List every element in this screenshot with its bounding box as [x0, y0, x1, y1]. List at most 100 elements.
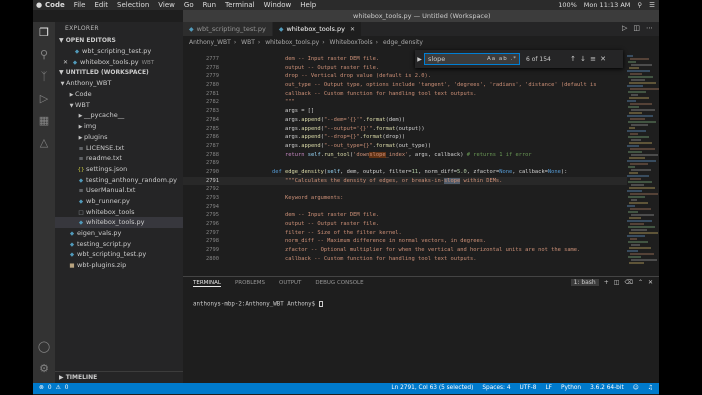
terminal-select[interactable]: 1: bash: [570, 279, 599, 286]
menu-go[interactable]: Go: [184, 0, 194, 10]
code-line[interactable]: 2791 """Calculates the density of edges,…: [183, 176, 627, 186]
code-line[interactable]: 2780 out_type -- Output type, options in…: [183, 81, 627, 90]
indentation[interactable]: Spaces: 4: [482, 383, 510, 394]
search-icon[interactable]: ⚲: [637, 0, 642, 10]
explorer-icon[interactable]: ❐: [37, 26, 51, 40]
tree-item[interactable]: ≡ readme.txt: [55, 153, 183, 164]
run-icon[interactable]: ▷: [622, 24, 627, 32]
tree-item[interactable]: ◆ testing_script.py: [55, 239, 183, 250]
menu-window[interactable]: Window: [264, 0, 292, 10]
close-icon[interactable]: ✕: [648, 279, 653, 286]
open-editor-item[interactable]: ✕ ◆ whitebox_tools.py WBT: [55, 57, 183, 68]
cursor-position[interactable]: Ln 2791, Col 63 (5 selected): [391, 383, 473, 394]
code-line[interactable]: 2790 def edge_density(self, dem, output,…: [183, 168, 627, 177]
bell-icon[interactable]: ♫: [648, 383, 653, 394]
tree-item[interactable]: ▶ plugins: [55, 132, 183, 143]
chevron-up-icon[interactable]: ⌃: [638, 279, 643, 286]
tab-whitebox-tools[interactable]: ◆ whitebox_tools.py ✕: [272, 22, 362, 36]
source-control-icon[interactable]: ᛉ: [37, 70, 51, 84]
breadcrumb-item[interactable]: Anthony_WBT: [189, 39, 231, 46]
tab-output[interactable]: OUTPUT: [279, 280, 301, 286]
tab-wbt-scripting-test[interactable]: ◆ wbt_scripting_test.py: [183, 22, 273, 36]
trash-icon[interactable]: ⌫: [624, 279, 632, 286]
code-line[interactable]: 2799 zfactor -- Optional multiplier for …: [183, 246, 627, 255]
menu-selection[interactable]: Selection: [117, 0, 149, 10]
menu-terminal[interactable]: Terminal: [225, 0, 255, 10]
tree-item[interactable]: ◆ wb_runner.py: [55, 196, 183, 207]
code-line[interactable]: 2783 args = []: [183, 107, 627, 116]
menu-list-icon[interactable]: ☰: [649, 0, 655, 10]
account-icon[interactable]: ◯: [37, 340, 51, 354]
tree-item[interactable]: ◆ eigen_vals.py: [55, 228, 183, 239]
menu-app-name[interactable]: Code: [45, 0, 65, 10]
tab-terminal[interactable]: TERMINAL: [193, 280, 221, 287]
clock[interactable]: Mon 11:13 AM: [584, 0, 631, 10]
tree-item[interactable]: ▶ __pycache__: [55, 110, 183, 121]
tree-item[interactable]: ◆ whitebox_tools.py: [55, 217, 183, 228]
add-icon[interactable]: +: [604, 279, 609, 286]
minimap[interactable]: [627, 55, 659, 276]
tab-problems[interactable]: PROBLEMS: [235, 280, 265, 286]
timeline-header[interactable]: ▶ TIMELINE: [55, 371, 183, 383]
testing-icon[interactable]: △: [37, 136, 51, 150]
line-ending[interactable]: LF: [545, 383, 552, 394]
split-editor-icon[interactable]: ◫: [633, 24, 640, 32]
code-line[interactable]: 2797 filter -- Size of the filter kernel…: [183, 229, 627, 238]
code-line[interactable]: 2779 drop -- Vertical drop value (defaul…: [183, 72, 627, 81]
code-line[interactable]: 2796 output -- Output raster file.: [183, 220, 627, 229]
extensions-icon[interactable]: ▦: [37, 114, 51, 128]
find-options[interactable]: Aa ab .*: [487, 54, 517, 64]
breadcrumb-item[interactable]: WBT: [241, 39, 255, 46]
terminal-output[interactable]: anthonys-mbp-2:Anthony_WBT Anthony$: [193, 301, 323, 308]
tree-item[interactable]: ≡ UserManual.txt: [55, 185, 183, 196]
python-interpreter[interactable]: 3.6.2 64-bit: [590, 383, 624, 394]
tree-item[interactable]: □ whitebox_tools: [55, 207, 183, 218]
workspace-header[interactable]: ▼ UNTITLED (WORKSPACE): [55, 68, 183, 78]
tree-item[interactable]: ◆ testing_anthony_random.py: [55, 175, 183, 186]
code-line[interactable]: 2793 Keyword arguments:: [183, 194, 627, 203]
tree-item[interactable]: ▼ Anthony_WBT: [55, 78, 183, 89]
apple-icon[interactable]: ●: [33, 0, 45, 10]
tree-item[interactable]: ◆ wbt_scripting_test.py: [55, 249, 183, 260]
tree-item[interactable]: ▶ Code: [55, 89, 183, 100]
tree-item[interactable]: ≡ LICENSE.txt: [55, 143, 183, 154]
arrow-down-icon[interactable]: ↓: [578, 55, 588, 63]
code-line[interactable]: 2798 norm_diff -- Maximum difference in …: [183, 237, 627, 246]
close-icon[interactable]: ✕: [63, 59, 68, 66]
gear-icon[interactable]: ⚙: [37, 362, 51, 376]
code-line[interactable]: 2787 args.append("--out_type={}".format(…: [183, 142, 627, 151]
chevron-right-icon[interactable]: ▶: [415, 56, 424, 63]
tree-item[interactable]: {} settings.json: [55, 164, 183, 175]
error-count[interactable]: 0: [48, 383, 52, 394]
feedback-icon[interactable]: ☺: [633, 383, 639, 394]
encoding[interactable]: UTF-8: [520, 383, 537, 394]
menu-run[interactable]: Run: [203, 0, 216, 10]
code-line[interactable]: 2781 callback -- Custom function for han…: [183, 90, 627, 99]
menu-view[interactable]: View: [158, 0, 175, 10]
code-editor[interactable]: 2777 dem -- Input raster DEM file. 2778 o…: [183, 55, 627, 276]
find-in-selection-icon[interactable]: ≡: [588, 55, 598, 63]
arrow-up-icon[interactable]: ↑: [568, 55, 578, 63]
run-debug-icon[interactable]: ▷: [37, 92, 51, 106]
menu-edit[interactable]: Edit: [94, 0, 108, 10]
code-line[interactable]: 2785 args.append("--output='{}'".format(…: [183, 125, 627, 134]
menu-help[interactable]: Help: [300, 0, 316, 10]
code-line[interactable]: 2795 dem -- Input raster DEM file.: [183, 211, 627, 220]
more-icon[interactable]: ⋯: [646, 24, 653, 32]
code-line[interactable]: 2782 """: [183, 98, 627, 107]
code-line[interactable]: 2800 callback -- Custom function for han…: [183, 255, 627, 264]
close-icon[interactable]: ✕: [350, 26, 355, 33]
breadcrumb-item[interactable]: WhiteboxTools: [330, 39, 373, 46]
open-editor-item[interactable]: ◆ wbt_scripting_test.py: [55, 46, 183, 57]
code-line[interactable]: 2786 args.append("--drop={}".format(drop…: [183, 133, 627, 142]
code-line[interactable]: 2792: [183, 185, 627, 194]
menu-file[interactable]: File: [74, 0, 86, 10]
tree-item[interactable]: ■ wbt-plugins.zip: [55, 260, 183, 271]
tree-item[interactable]: ▶ img: [55, 121, 183, 132]
tab-debug-console[interactable]: DEBUG CONSOLE: [315, 280, 363, 286]
find-input[interactable]: slope Aa ab .*: [424, 53, 520, 65]
warning-count[interactable]: 0: [65, 383, 69, 394]
breadcrumb-item[interactable]: whitebox_tools.py: [265, 39, 319, 46]
breadcrumb-item[interactable]: edge_density: [383, 39, 423, 46]
language-mode[interactable]: Python: [561, 383, 581, 394]
